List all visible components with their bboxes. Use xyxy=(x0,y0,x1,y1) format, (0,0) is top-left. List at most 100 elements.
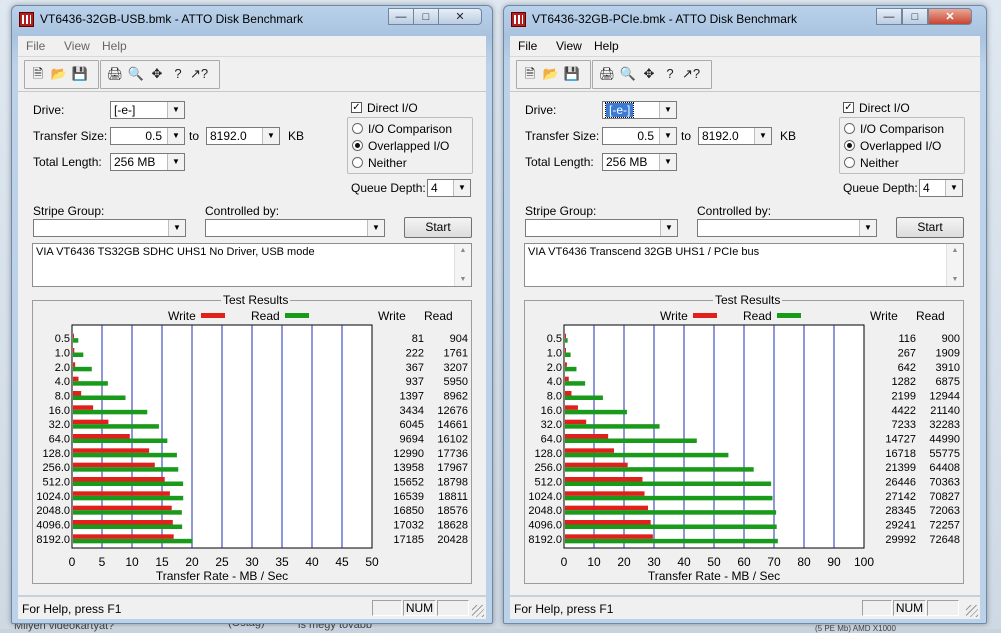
chevron-down-icon[interactable]: ▼ xyxy=(167,128,184,144)
menu-help[interactable]: Help xyxy=(102,39,127,53)
category-label: 16.0 xyxy=(49,405,70,417)
direct-io-label[interactable]: Direct I/O xyxy=(367,101,418,115)
resize-grip[interactable] xyxy=(472,605,484,617)
legend-write-swatch xyxy=(693,313,717,318)
client-area: Drive: [-e-] ▼ Transfer Size: 0.5 ▼ to 819… xyxy=(18,92,486,595)
chevron-down-icon[interactable]: ▼ xyxy=(659,154,676,170)
close-button[interactable]: ✕ xyxy=(438,8,482,25)
transfer-size-from-select[interactable]: 0.5 ▼ xyxy=(602,127,677,145)
overlapped-io-label[interactable]: Overlapped I/O xyxy=(860,139,941,153)
transfer-size-to-select[interactable]: 8192.0 ▼ xyxy=(206,127,280,145)
drive-select[interactable]: [-e-] ▼ xyxy=(110,101,185,119)
print-button[interactable]: 🖨 xyxy=(104,62,126,86)
save-button[interactable]: 💾 xyxy=(69,62,91,86)
overlapped-io-radio[interactable] xyxy=(352,140,363,151)
minimize-button[interactable]: — xyxy=(876,8,902,25)
queue-depth-select[interactable]: 4 ▼ xyxy=(427,179,471,197)
scroll-down-icon[interactable]: ▼ xyxy=(947,276,963,283)
print-preview-button[interactable]: 🔍 xyxy=(125,62,147,86)
title-bar[interactable]: VT6436-32GB-PCIe.bmk - ATTO Disk Benchma… xyxy=(504,6,986,34)
neither-label[interactable]: Neither xyxy=(368,156,407,170)
menu-view[interactable]: View xyxy=(556,39,582,53)
io-comparison-label[interactable]: I/O Comparison xyxy=(368,122,452,136)
title-bar[interactable]: VT6436-32GB-USB.bmk - ATTO Disk Benchmar… xyxy=(12,6,492,34)
x-tick-label: 60 xyxy=(737,555,751,569)
print-preview-icon: 🔍 xyxy=(619,66,637,81)
chevron-down-icon[interactable]: ▼ xyxy=(167,102,184,118)
transfer-size-from-select[interactable]: 0.5 ▼ xyxy=(110,127,185,145)
overlapped-io-radio[interactable] xyxy=(844,140,855,151)
start-button[interactable]: Start xyxy=(404,217,472,238)
neither-radio[interactable] xyxy=(352,157,363,168)
queue-depth-select[interactable]: 4 ▼ xyxy=(919,179,963,197)
atto-app-icon[interactable] xyxy=(19,12,34,27)
open-folder-button[interactable]: 📂 xyxy=(540,62,562,86)
new-file-button[interactable]: 🗎 xyxy=(27,62,49,86)
chevron-down-icon[interactable]: ▼ xyxy=(859,220,876,236)
neither-radio[interactable] xyxy=(844,157,855,168)
menu-view[interactable]: View xyxy=(64,39,90,53)
print-preview-button[interactable]: 🔍 xyxy=(617,62,639,86)
print-button[interactable]: 🖨 xyxy=(596,62,618,86)
io-comparison-radio[interactable] xyxy=(352,123,363,134)
stripe-group-select[interactable]: ▼ xyxy=(33,219,186,237)
context-help-button[interactable]: ↗? xyxy=(188,62,210,86)
chevron-down-icon[interactable]: ▼ xyxy=(945,180,962,196)
help-button[interactable]: ? xyxy=(659,62,681,86)
neither-label[interactable]: Neither xyxy=(860,156,899,170)
chevron-down-icon[interactable]: ▼ xyxy=(659,102,676,118)
menu-help[interactable]: Help xyxy=(594,39,619,53)
scroll-down-icon[interactable]: ▼ xyxy=(455,276,471,283)
menu-file[interactable]: File xyxy=(518,39,537,53)
maximize-button[interactable]: □ xyxy=(413,8,439,25)
help-button[interactable]: ? xyxy=(167,62,189,86)
category-label: 8192.0 xyxy=(36,534,70,546)
chevron-down-icon[interactable]: ▼ xyxy=(367,220,384,236)
chevron-down-icon[interactable]: ▼ xyxy=(262,128,279,144)
chevron-down-icon[interactable]: ▼ xyxy=(660,220,677,236)
chevron-down-icon[interactable]: ▼ xyxy=(168,220,185,236)
controlled-by-select[interactable]: ▼ xyxy=(697,219,877,237)
description-textarea[interactable]: VIA VT6436 Transcend 32GB UHS1 / PCIe bu… xyxy=(524,243,964,287)
read-bar xyxy=(565,467,754,472)
chevron-down-icon[interactable]: ▼ xyxy=(754,128,771,144)
context-help-button[interactable]: ↗? xyxy=(680,62,702,86)
write-value: 15652 xyxy=(393,477,424,489)
direct-io-label[interactable]: Direct I/O xyxy=(859,101,910,115)
start-button[interactable]: Start xyxy=(896,217,964,238)
maximize-button[interactable]: □ xyxy=(902,8,928,25)
scrollbar[interactable]: ▲ ▼ xyxy=(454,244,471,286)
move-button[interactable]: ✥ xyxy=(638,62,660,86)
scroll-up-icon[interactable]: ▲ xyxy=(947,247,963,254)
total-length-select[interactable]: 256 MB ▼ xyxy=(110,153,185,171)
description-textarea[interactable]: VIA VT6436 TS32GB SDHC UHS1 No Driver, U… xyxy=(32,243,472,287)
scrollbar[interactable]: ▲ ▼ xyxy=(946,244,963,286)
new-file-button[interactable]: 🗎 xyxy=(519,62,541,86)
scroll-up-icon[interactable]: ▲ xyxy=(455,247,471,254)
stripe-group-select[interactable]: ▼ xyxy=(525,219,678,237)
write-value: 1397 xyxy=(400,391,424,403)
io-comparison-label[interactable]: I/O Comparison xyxy=(860,122,944,136)
status-text: For Help, press F1 xyxy=(514,602,614,616)
save-button[interactable]: 💾 xyxy=(561,62,583,86)
chevron-down-icon[interactable]: ▼ xyxy=(659,128,676,144)
controlled-by-select[interactable]: ▼ xyxy=(205,219,385,237)
io-comparison-radio[interactable] xyxy=(844,123,855,134)
minimize-button[interactable]: — xyxy=(388,8,414,25)
resize-grip[interactable] xyxy=(966,605,978,617)
chevron-down-icon[interactable]: ▼ xyxy=(167,154,184,170)
atto-app-icon[interactable] xyxy=(511,12,526,27)
close-button[interactable]: ✕ xyxy=(928,8,972,25)
move-button[interactable]: ✥ xyxy=(146,62,168,86)
menu-file[interactable]: File xyxy=(26,39,45,53)
direct-io-checkbox[interactable]: ✓ xyxy=(351,102,362,113)
open-folder-button[interactable]: 📂 xyxy=(48,62,70,86)
move-icon: ✥ xyxy=(151,66,163,81)
drive-select[interactable]: [-e-] ▼ xyxy=(602,101,677,119)
read-bar xyxy=(73,424,159,429)
total-length-select[interactable]: 256 MB ▼ xyxy=(602,153,677,171)
transfer-size-to-select[interactable]: 8192.0 ▼ xyxy=(698,127,772,145)
chevron-down-icon[interactable]: ▼ xyxy=(453,180,470,196)
overlapped-io-label[interactable]: Overlapped I/O xyxy=(368,139,449,153)
direct-io-checkbox[interactable]: ✓ xyxy=(843,102,854,113)
